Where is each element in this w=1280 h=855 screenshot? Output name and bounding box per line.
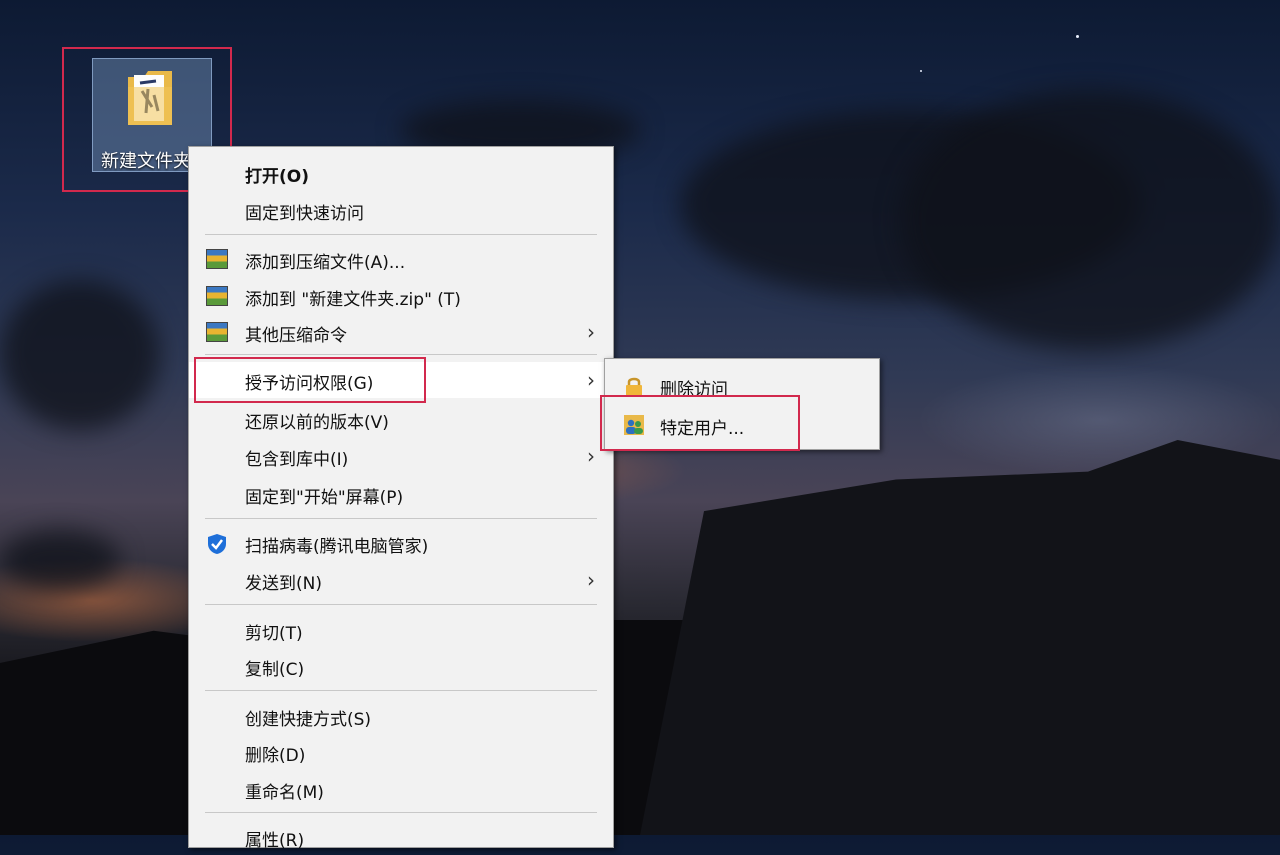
winrar-icon xyxy=(206,322,228,342)
lock-icon xyxy=(623,375,645,397)
menu-item-cut[interactable]: 剪切(T) xyxy=(189,612,613,648)
chevron-right-icon: › xyxy=(587,444,595,468)
menu-item-label: 固定到"开始"屏幕(P) xyxy=(245,488,404,508)
chevron-right-icon: › xyxy=(587,320,595,344)
menu-separator xyxy=(205,604,597,605)
menu-item-label: 重命名(M) xyxy=(245,783,324,803)
menu-item-pin-quick-access[interactable]: 固定到快速访问 xyxy=(189,192,613,228)
winrar-icon xyxy=(206,286,228,306)
menu-item-delete[interactable]: 删除(D) xyxy=(189,734,613,770)
menu-item-label: 删除(D) xyxy=(245,746,306,766)
menu-item-label: 剪切(T) xyxy=(245,624,303,644)
menu-item-copy[interactable]: 复制(C) xyxy=(189,648,613,684)
chevron-right-icon: › xyxy=(587,568,595,592)
menu-item-add-to-zip[interactable]: 添加到 "新建文件夹.zip" (T) xyxy=(189,278,613,314)
grant-access-highlight-box xyxy=(194,357,426,403)
menu-item-properties[interactable]: 属性(R) xyxy=(189,819,613,855)
menu-separator xyxy=(205,518,597,519)
menu-item-restore-versions[interactable]: 还原以前的版本(V) xyxy=(189,401,613,437)
context-menu: 打开(O) 固定到快速访问 添加到压缩文件(A)... 添加到 "新建文件夹.z… xyxy=(188,146,614,851)
chevron-right-icon: › xyxy=(587,368,595,392)
menu-item-label: 添加到压缩文件(A)... xyxy=(245,253,406,273)
menu-separator xyxy=(205,234,597,235)
star xyxy=(920,70,922,72)
menu-item-rename[interactable]: 重命名(M) xyxy=(189,771,613,807)
menu-item-other-compress[interactable]: 其他压缩命令 › xyxy=(189,314,613,350)
menu-item-label: 扫描病毒(腾讯电脑管家) xyxy=(245,537,429,557)
winrar-icon xyxy=(206,249,228,269)
menu-item-label: 创建快捷方式(S) xyxy=(245,710,372,730)
menu-item-label: 复制(C) xyxy=(245,660,305,680)
menu-item-include-in-library[interactable]: 包含到库中(I) › xyxy=(189,438,613,474)
menu-item-label: 固定到快速访问 xyxy=(245,204,364,224)
menu-item-add-to-archive[interactable]: 添加到压缩文件(A)... xyxy=(189,241,613,277)
cloud xyxy=(0,530,120,590)
menu-item-label: 发送到(N) xyxy=(245,574,322,594)
menu-item-label: 其他压缩命令 xyxy=(245,326,347,346)
menu-item-label: 还原以前的版本(V) xyxy=(245,413,389,433)
specific-users-highlight-box xyxy=(600,395,800,451)
menu-item-pin-to-start[interactable]: 固定到"开始"屏幕(P) xyxy=(189,476,613,512)
shield-icon xyxy=(206,533,228,554)
menu-separator xyxy=(205,354,597,355)
menu-separator xyxy=(205,812,597,813)
menu-item-create-shortcut[interactable]: 创建快捷方式(S) xyxy=(189,698,613,734)
menu-item-label: 打开(O) xyxy=(245,167,309,187)
menu-item-label: 添加到 "新建文件夹.zip" (T) xyxy=(245,290,461,310)
menu-separator xyxy=(205,690,597,691)
cloud xyxy=(900,90,1280,350)
menu-item-open[interactable]: 打开(O) xyxy=(189,155,613,191)
menu-item-label: 属性(R) xyxy=(245,831,305,851)
menu-item-scan-virus[interactable]: 扫描病毒(腾讯电脑管家) xyxy=(189,525,613,561)
cloud xyxy=(0,280,160,430)
menu-item-label: 包含到库中(I) xyxy=(245,450,349,470)
star xyxy=(1076,35,1079,38)
menu-item-send-to[interactable]: 发送到(N) › xyxy=(189,562,613,598)
